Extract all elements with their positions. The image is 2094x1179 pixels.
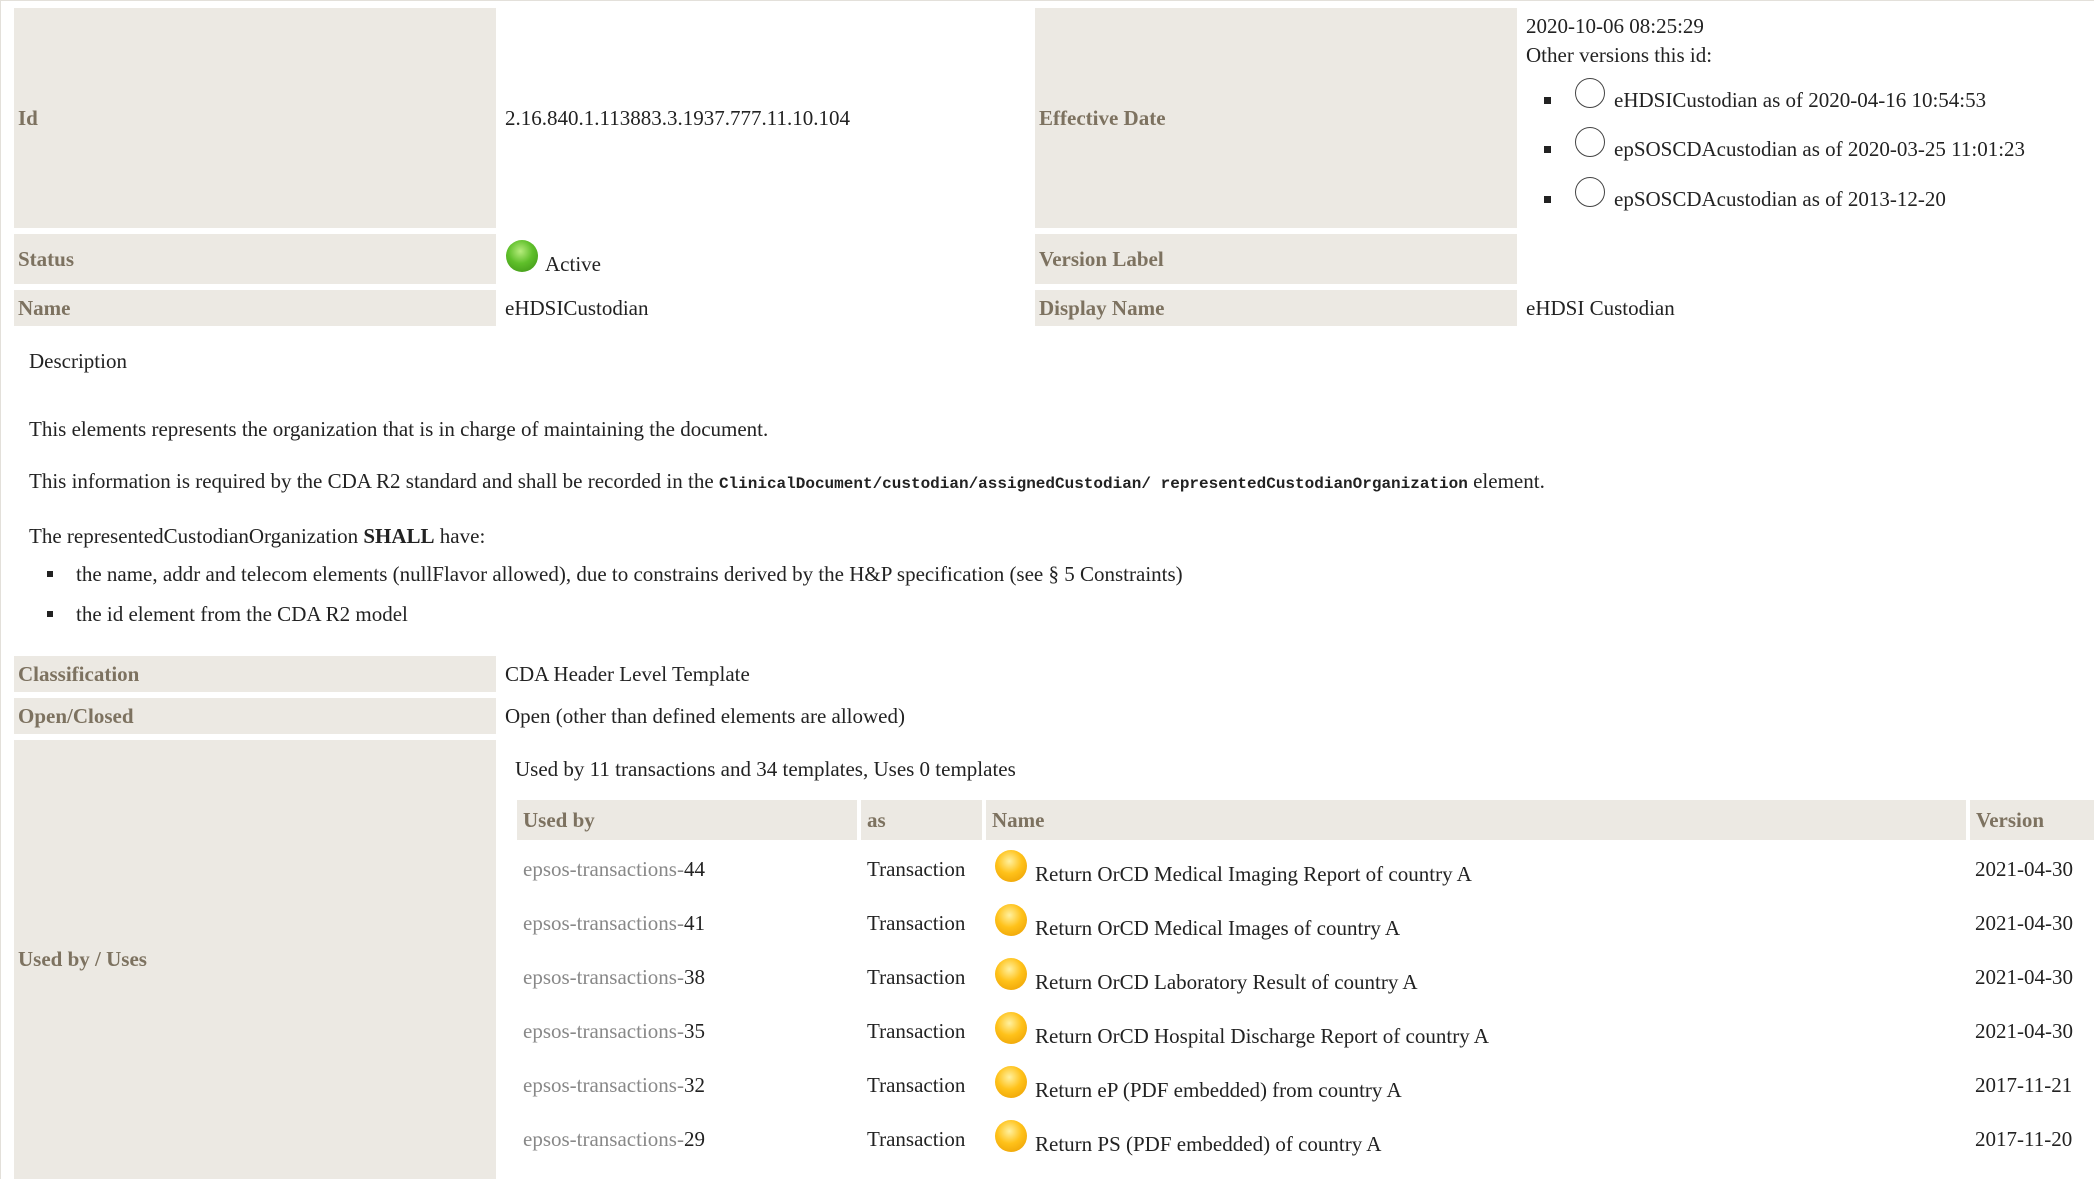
- used-by-summary: Used by 11 transactions and 34 templates…: [515, 757, 1016, 781]
- table-row-name[interactable]: Return OrCD Medical Images of country A: [1035, 916, 1400, 941]
- bullet-icon: [1544, 196, 1551, 203]
- table-row-version: 2021-04-30: [1975, 857, 2073, 881]
- display-name-value: eHDSI Custodian: [1526, 296, 1675, 320]
- column-header-name: Name: [986, 800, 1966, 840]
- table-row-as: Transaction: [867, 1019, 966, 1043]
- classification-value: CDA Header Level Template: [505, 662, 750, 686]
- table-row-used-by[interactable]: epsos-transactions-32: [523, 1073, 705, 1098]
- version-radio-2[interactable]: [1575, 127, 1605, 157]
- status-draft-icon: [995, 1120, 1027, 1152]
- description-bullet-2: the id element from the CDA R2 model: [76, 602, 408, 626]
- effective-date-value: 2020-10-06 08:25:29: [1526, 14, 1704, 38]
- status-draft-icon: [995, 904, 1027, 936]
- version-radio-1[interactable]: [1575, 78, 1605, 108]
- table-row-version: 2021-04-30: [1975, 1019, 2073, 1043]
- table-row-version: 2017-11-20: [1975, 1127, 2073, 1151]
- para2-text-after: element.: [1473, 469, 1545, 493]
- name-label: Name: [14, 290, 496, 326]
- bullet-icon: [47, 611, 53, 617]
- status-draft-icon: [995, 958, 1027, 990]
- status-active-icon: [506, 240, 538, 272]
- used-by-label: Used by / Uses: [14, 740, 496, 1179]
- table-row-name[interactable]: Return OrCD Medical Imaging Report of co…: [1035, 862, 1472, 887]
- description-para-1: This elements represents the organizatio…: [29, 417, 769, 441]
- table-row-name[interactable]: Return PS (PDF embedded) of country A: [1035, 1132, 1381, 1157]
- table-row-version: 2021-04-30: [1975, 965, 2073, 989]
- column-header-as: as: [861, 800, 982, 840]
- name-value: eHDSICustodian: [505, 296, 649, 320]
- table-row-as: Transaction: [867, 1073, 966, 1097]
- description-para-2: This information is required by the CDA …: [29, 469, 1545, 494]
- table-row-name[interactable]: Return OrCD Hospital Discharge Report of…: [1035, 1024, 1489, 1049]
- status-draft-icon: [995, 1066, 1027, 1098]
- classification-label: Classification: [14, 656, 496, 692]
- para2-code: ClinicalDocument/custodian/assignedCusto…: [718, 475, 1468, 493]
- other-versions-label: Other versions this id:: [1526, 43, 1713, 67]
- table-row-used-by[interactable]: epsos-transactions-29: [523, 1127, 705, 1152]
- other-version-2[interactable]: epSOSCDAcustodian as of 2020-03-25 11:01…: [1614, 137, 2025, 162]
- table-row-as: Transaction: [867, 857, 966, 881]
- bullet-icon: [1544, 97, 1551, 104]
- bullet-icon: [47, 571, 53, 577]
- table-row-as: Transaction: [867, 911, 966, 935]
- table-row-version: 2021-04-30: [1975, 911, 2073, 935]
- description-bullet-1: the name, addr and telecom elements (nul…: [76, 562, 1183, 586]
- bullet-icon: [1544, 146, 1551, 153]
- table-row-used-by[interactable]: epsos-transactions-44: [523, 857, 705, 882]
- open-closed-value: Open (other than defined elements are al…: [505, 704, 905, 728]
- para3-text-before: The representedCustodianOrganization: [29, 524, 359, 548]
- para3-bold: SHALL: [363, 524, 435, 548]
- column-header-used-by: Used by: [517, 800, 857, 840]
- description-para-3: The representedCustodianOrganization SHA…: [29, 524, 485, 549]
- para3-text-after: have:: [439, 524, 486, 548]
- table-row-version: 2017-11-21: [1975, 1073, 2073, 1097]
- table-row-used-by[interactable]: epsos-transactions-41: [523, 911, 705, 936]
- table-row-name[interactable]: Return eP (PDF embedded) from country A: [1035, 1078, 1402, 1103]
- id-label: Id: [14, 8, 496, 228]
- open-closed-label: Open/Closed: [14, 698, 496, 734]
- table-row-name[interactable]: Return OrCD Laboratory Result of country…: [1035, 970, 1418, 995]
- id-value: 2.16.840.1.113883.3.1937.777.11.10.104: [505, 105, 850, 130]
- table-row-used-by[interactable]: epsos-transactions-35: [523, 1019, 705, 1044]
- status-value: Active: [545, 252, 601, 276]
- effective-date-label: Effective Date: [1035, 8, 1517, 228]
- table-row-as: Transaction: [867, 1127, 966, 1151]
- other-version-3[interactable]: epSOSCDAcustodian as of 2013-12-20: [1614, 187, 1946, 212]
- table-row-used-by[interactable]: epsos-transactions-38: [523, 965, 705, 990]
- version-label-label: Version Label: [1035, 234, 1517, 284]
- column-header-version: Version: [1970, 800, 2094, 840]
- other-version-1[interactable]: eHDSICustodian as of 2020-04-16 10:54:53: [1614, 88, 1986, 113]
- version-radio-3[interactable]: [1575, 177, 1605, 207]
- para2-text-before: This information is required by the CDA …: [29, 469, 714, 493]
- status-draft-icon: [995, 850, 1027, 882]
- display-name-label: Display Name: [1035, 290, 1517, 326]
- description-heading: Description: [29, 349, 127, 373]
- status-draft-icon: [995, 1012, 1027, 1044]
- table-row-as: Transaction: [867, 965, 966, 989]
- status-label: Status: [14, 234, 496, 284]
